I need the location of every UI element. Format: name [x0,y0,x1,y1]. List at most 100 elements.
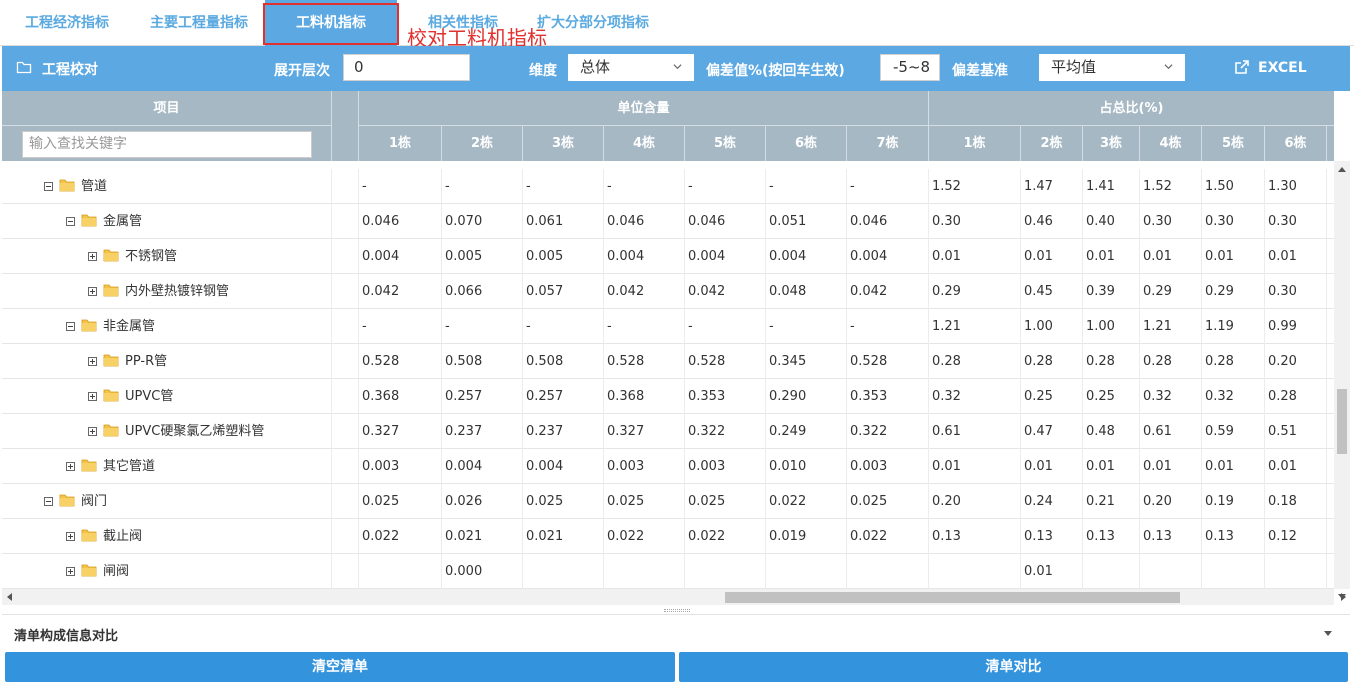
column-header-spacer [332,91,359,161]
collapse-icon[interactable] [44,497,53,506]
expand-icon[interactable] [66,567,75,576]
total-percent-cell [1140,554,1202,589]
table-row[interactable]: 内外壁热镀锌钢管 0.042 0.066 0.057 0.042 0.042 0.048 0.… [2,274,1334,309]
expand-icon[interactable] [88,252,97,261]
table-row[interactable]: 其它管道 0.003 0.004 0.004 0.003 0.003 0.010 0.003 0… [2,449,1334,484]
compare-bill-button[interactable]: 清单对比 [679,652,1348,682]
total-percent-cell: 0.28 [1202,344,1265,379]
column-header-pct-1: 1栋 [929,126,1021,161]
vertical-scroll-thumb[interactable] [1337,389,1347,454]
collapse-icon[interactable] [66,217,75,226]
tree-node: 截止阀 [66,519,142,554]
total-percent-cell: 1.19 [1202,309,1265,344]
unit-content-cell: - [847,169,929,204]
total-percent-cell: 0.45 [1021,274,1083,309]
unit-content-cell: 0.022 [766,484,847,519]
horizontal-scrollbar[interactable] [2,589,1346,605]
table-row[interactable]: 截止阀 0.022 0.021 0.021 0.022 0.022 0.019 0.022 0.… [2,519,1334,554]
deviation-basis-select[interactable]: 平均值 [1039,54,1185,81]
deviation-label: 偏差值%(按回车生效) [706,63,845,79]
unit-content-cell: 0.368 [604,379,685,414]
tree-node-label: 管道 [81,179,108,194]
unit-content-cell: - [685,309,766,344]
spacer-cell [332,449,359,484]
table-row[interactable]: PP-R管 0.528 0.508 0.508 0.528 0.528 0.345 0.528… [2,344,1334,379]
scroll-up-icon[interactable] [1338,167,1346,172]
total-percent-cell: 0.32 [1202,379,1265,414]
collapse-icon[interactable] [44,182,53,191]
total-percent-cell: 0.13 [1202,519,1265,554]
expand-icon[interactable] [88,392,97,401]
table-row[interactable]: UPVC硬聚氯乙烯塑料管 0.327 0.237 0.237 0.327 0.322 0.2… [2,414,1334,449]
expand-icon[interactable] [88,427,97,436]
collapse-icon[interactable] [66,322,75,331]
unit-content-cell: 0.042 [359,274,442,309]
tab-correlation-indicators[interactable]: 相关性指标 [428,0,498,46]
dimension-value: 总体 [580,58,611,76]
unit-content-cell: 0.353 [847,379,929,414]
total-percent-cell: 0.13 [1083,519,1140,554]
caret-down-icon[interactable] [1324,631,1332,636]
export-excel-button[interactable]: EXCEL [1234,59,1307,76]
deviation-input[interactable]: -5~8 [880,54,940,81]
unit-content-cell: - [442,169,523,204]
total-percent-cell: 0.32 [1140,379,1202,414]
expand-icon[interactable] [66,532,75,541]
expand-icon[interactable] [88,357,97,366]
table-row[interactable]: 金属管 0.046 0.070 0.061 0.046 0.046 0.051 0.046 0.… [2,204,1334,239]
total-percent-cell: 0.47 [1021,414,1083,449]
column-header-pct-3: 3栋 [1083,126,1140,161]
unit-content-cell: 0.003 [847,449,929,484]
total-percent-cell: 0.30 [1140,204,1202,239]
total-percent-cell [1202,554,1265,589]
expand-level-input[interactable]: 0 [343,54,470,81]
total-percent-cell [1083,554,1140,589]
unit-content-cell: 0.025 [523,484,604,519]
folder-icon [103,417,119,437]
spacer-cell [332,274,359,309]
tab-quantity-indicators[interactable]: 主要工程量指标 [150,0,248,46]
unit-content-cell: 0.010 [766,449,847,484]
unit-content-cell: 0.021 [523,519,604,554]
tree-node-label: 金属管 [103,214,143,229]
panel-splitter-handle[interactable] [664,609,690,612]
expand-icon[interactable] [66,462,75,471]
unit-content-cell: 0.237 [442,414,523,449]
clear-bill-button[interactable]: 清空清单 [5,652,675,682]
total-percent-cell: 0.29 [929,274,1021,309]
tab-material-machine-indicators[interactable]: 工料机指标 [265,0,397,46]
unit-content-cell: 0.322 [847,414,929,449]
folder-icon [59,487,75,507]
bill-compare-panel[interactable]: 清单构成信息对比 [2,614,1350,650]
total-percent-cell: 0.29 [1202,274,1265,309]
scroll-left-icon[interactable] [7,593,12,601]
total-percent-cell: 0.01 [1202,449,1265,484]
dimension-select[interactable]: 总体 [568,54,694,81]
table-row[interactable]: UPVC管 0.368 0.257 0.257 0.368 0.353 0.290 0.353… [2,379,1334,414]
table-row[interactable]: 阀门 0.025 0.026 0.025 0.025 0.025 0.022 0.025 0.2… [2,484,1334,519]
horizontal-scroll-thumb[interactable] [725,592,1180,603]
table-row[interactable]: 不锈钢管 0.004 0.005 0.005 0.004 0.004 0.004 0.004 0… [2,239,1334,274]
total-percent-cell: 0.12 [1265,519,1327,554]
keyword-search-input[interactable]: 输入查找关键字 [22,131,312,158]
table-row[interactable]: 管道 - - - - - - -1.52 1.47 1.41 1.52 1.50 1.30 [2,169,1334,204]
table-row[interactable]: 闸阀 0.000 0.01 [2,554,1334,589]
table-row[interactable]: 非金属管 - - - - - - -1.21 1.00 1.00 1.21 1.19 0.99 [2,309,1334,344]
expand-icon[interactable] [88,287,97,296]
scroll-right-icon[interactable] [1341,593,1346,601]
tree-node-label: 内外壁热镀锌钢管 [125,284,230,299]
unit-content-cell: 0.022 [359,519,442,554]
unit-content-cell: 0.290 [766,379,847,414]
vertical-scrollbar[interactable] [1334,161,1350,599]
tab-extended-item-indicators[interactable]: 扩大分部分项指标 [537,0,649,46]
unit-content-cell: 0.004 [847,239,929,274]
folder-icon [81,522,97,542]
tab-economic-indicators[interactable]: 工程经济指标 [25,0,109,46]
unit-content-cell: 0.004 [766,239,847,274]
unit-content-cell: 0.528 [359,344,442,379]
unit-content-cell: 0.353 [685,379,766,414]
tree-node: 阀门 [44,484,107,519]
total-percent-cell: 0.51 [1265,414,1327,449]
tree-node: 管道 [44,169,107,204]
total-percent-cell: 0.20 [1265,344,1327,379]
